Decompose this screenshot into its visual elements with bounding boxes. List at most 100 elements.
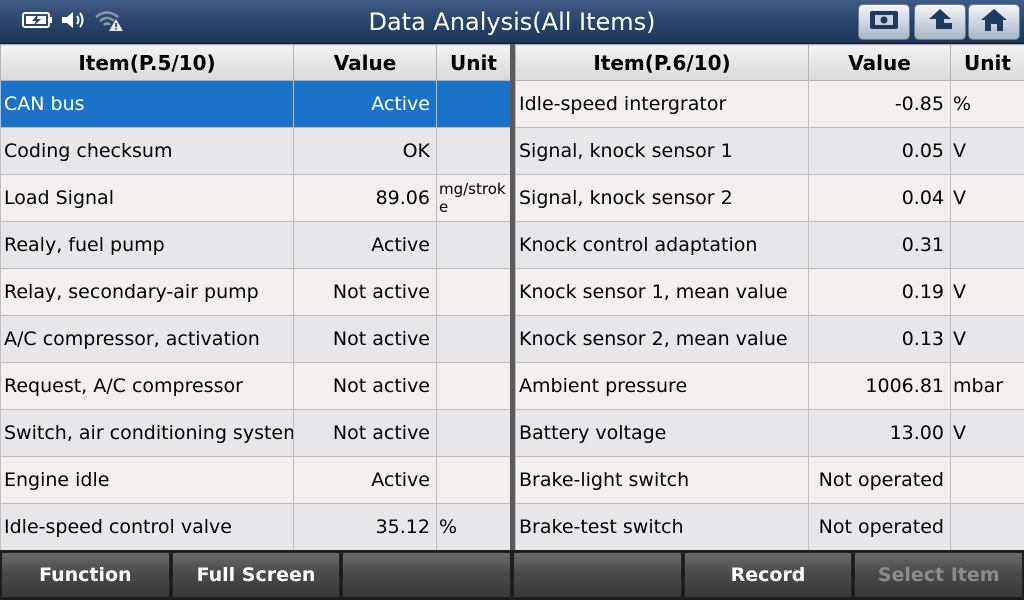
row-unit	[950, 221, 1024, 269]
row-unit: %	[436, 503, 511, 551]
column-header-item: Item(P.5/10)	[0, 44, 294, 81]
row-value: -0.85	[808, 80, 951, 128]
row-item: Knock sensor 1, mean value	[515, 268, 809, 316]
row-item: Ambient pressure	[515, 362, 809, 410]
table-header: Item(P.6/10) Value Unit	[515, 44, 1024, 81]
row-unit	[436, 409, 511, 457]
bottom-toolbar: Function Full Screen Record Select Item	[0, 550, 1024, 600]
row-unit	[950, 503, 1024, 551]
row-value: Not active	[293, 362, 437, 410]
row-value: 13.00	[808, 409, 951, 457]
row-item: Request, A/C compressor	[0, 362, 294, 410]
back-button[interactable]	[914, 4, 966, 40]
row-unit	[436, 127, 511, 175]
table-row[interactable]: Idle-speed control valve 35.12 %	[0, 503, 511, 551]
table-row[interactable]: CAN bus Active	[0, 80, 511, 128]
row-value: 0.04	[808, 174, 951, 222]
row-value: 0.31	[808, 221, 951, 269]
table-row[interactable]: Signal, knock sensor 1 0.05 V	[515, 127, 1024, 175]
table-row[interactable]: Realy, fuel pump Active	[0, 221, 511, 269]
table-row[interactable]: Relay, secondary-air pump Not active	[0, 268, 511, 316]
left-data-table: Item(P.5/10) Value Unit CAN bus Active C…	[0, 44, 511, 551]
title-bar: Data Analysis(All Items)	[0, 0, 1024, 44]
row-value: Active	[293, 80, 437, 128]
row-unit	[436, 80, 511, 128]
table-row[interactable]: Battery voltage 13.00 V	[515, 409, 1024, 457]
row-item: Realy, fuel pump	[0, 221, 294, 269]
row-unit	[950, 456, 1024, 504]
table-row[interactable]: Engine idle Active	[0, 456, 511, 504]
blank-button-2[interactable]	[513, 552, 682, 598]
full-screen-button[interactable]: Full Screen	[171, 552, 341, 598]
row-value: 0.19	[808, 268, 951, 316]
row-unit: V	[950, 315, 1024, 363]
left-data-panel: Item(P.5/10) Value Unit CAN bus Active C…	[0, 44, 511, 551]
row-item: Engine idle	[0, 456, 294, 504]
row-unit	[436, 362, 511, 410]
row-value: 0.13	[808, 315, 951, 363]
right-data-panel: Item(P.6/10) Value Unit Idle-speed inter…	[515, 44, 1024, 551]
row-unit: V	[950, 127, 1024, 175]
column-header-value: Value	[293, 44, 437, 81]
row-value: Not active	[293, 268, 437, 316]
table-row[interactable]: Brake-light switch Not operated	[515, 456, 1024, 504]
right-data-table: Item(P.6/10) Value Unit Idle-speed inter…	[515, 44, 1024, 551]
row-item: Signal, knock sensor 1	[515, 127, 809, 175]
table-row[interactable]: Knock sensor 2, mean value 0.13 V	[515, 315, 1024, 363]
home-icon	[979, 7, 1009, 37]
row-item: Knock sensor 2, mean value	[515, 315, 809, 363]
screenshot-icon	[868, 8, 900, 36]
row-unit: V	[950, 174, 1024, 222]
row-value: 0.05	[808, 127, 951, 175]
row-value: Not active	[293, 315, 437, 363]
screenshot-button[interactable]	[858, 4, 910, 40]
up-arrow-icon	[925, 7, 955, 37]
row-unit: mbar	[950, 362, 1024, 410]
table-row[interactable]: Switch, air conditioning system Not acti…	[0, 409, 511, 457]
row-value: Active	[293, 221, 437, 269]
row-item: Switch, air conditioning system	[0, 409, 294, 457]
table-row[interactable]: A/C compressor, activation Not active	[0, 315, 511, 363]
row-item: Coding checksum	[0, 127, 294, 175]
row-unit: %	[950, 80, 1024, 128]
row-value: 89.06	[293, 174, 437, 222]
function-button[interactable]: Function	[1, 552, 170, 598]
row-unit: mg/stroke	[436, 174, 511, 222]
row-item: Idle-speed control valve	[0, 503, 294, 551]
blank-button-1[interactable]	[342, 552, 512, 598]
table-row[interactable]: Idle-speed intergrator -0.85 %	[515, 80, 1024, 128]
table-header: Item(P.5/10) Value Unit	[0, 44, 511, 81]
table-row[interactable]: Coding checksum OK	[0, 127, 511, 175]
row-unit	[436, 456, 511, 504]
row-item: Brake-light switch	[515, 456, 809, 504]
table-row[interactable]: Knock control adaptation 0.31	[515, 221, 1024, 269]
row-item: Relay, secondary-air pump	[0, 268, 294, 316]
home-button[interactable]	[968, 4, 1020, 40]
column-header-unit: Unit	[950, 44, 1024, 81]
row-item: CAN bus	[0, 80, 294, 128]
table-row[interactable]: Signal, knock sensor 2 0.04 V	[515, 174, 1024, 222]
column-header-item: Item(P.6/10)	[515, 44, 809, 81]
record-button[interactable]: Record	[683, 552, 853, 598]
row-item: Battery voltage	[515, 409, 809, 457]
column-header-unit: Unit	[436, 44, 511, 81]
row-item: Idle-speed intergrator	[515, 80, 809, 128]
table-row[interactable]: Ambient pressure 1006.81 mbar	[515, 362, 1024, 410]
row-unit: V	[950, 268, 1024, 316]
row-item: Load Signal	[0, 174, 294, 222]
row-unit	[436, 268, 511, 316]
row-item: Knock control adaptation	[515, 221, 809, 269]
row-value: Not operated	[808, 503, 951, 551]
table-row[interactable]: Knock sensor 1, mean value 0.19 V	[515, 268, 1024, 316]
row-value: Not active	[293, 409, 437, 457]
table-row[interactable]: Load Signal 89.06 mg/stroke	[0, 174, 511, 222]
row-item: A/C compressor, activation	[0, 315, 294, 363]
table-row[interactable]: Request, A/C compressor Not active	[0, 362, 511, 410]
row-unit: V	[950, 409, 1024, 457]
select-item-button[interactable]: Select Item	[854, 552, 1024, 598]
row-value: 35.12	[293, 503, 437, 551]
row-value: OK	[293, 127, 437, 175]
row-value: Active	[293, 456, 437, 504]
row-item: Signal, knock sensor 2	[515, 174, 809, 222]
table-row[interactable]: Brake-test switch Not operated	[515, 503, 1024, 551]
